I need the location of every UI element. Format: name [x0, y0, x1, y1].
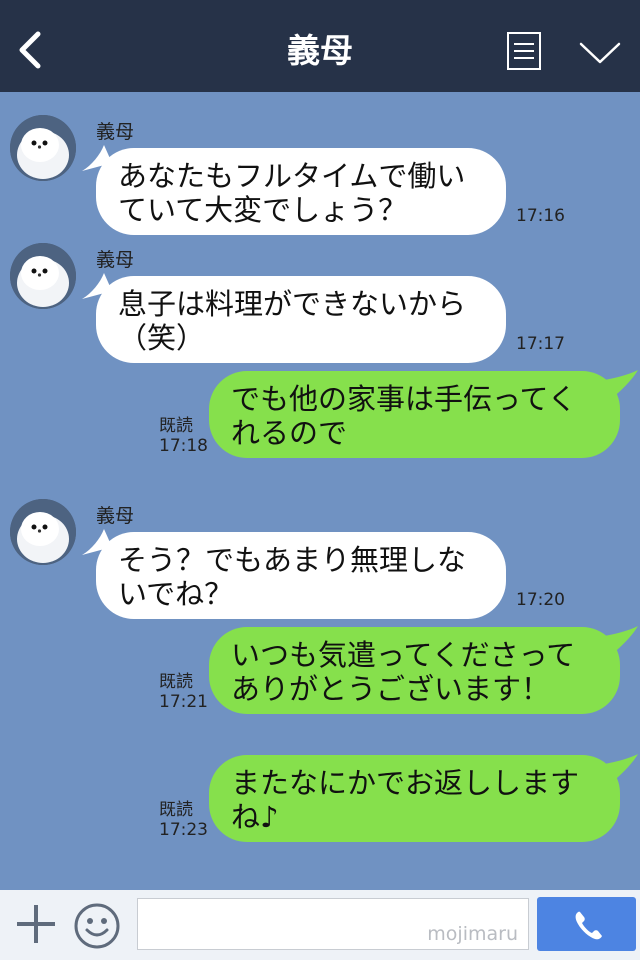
message-line: ね♪	[231, 800, 279, 834]
message-time: 17:16	[516, 206, 565, 226]
message-line: あなたもフルタイムで働い	[118, 159, 466, 193]
message-line: ありがとうございます！	[231, 672, 551, 706]
message-bubble[interactable]: いつも気遣ってくださって ありがとうございます！	[209, 627, 620, 714]
message-line: そう？でもあまり無理しな	[118, 543, 467, 577]
chat-area[interactable]: 義母 あなたもフルタイムで働い ていて大変でしょう？ 17:16 義母 息子は料…	[0, 92, 640, 890]
message-line: いつも気遣ってくださって	[231, 638, 576, 672]
bubble-tail	[604, 754, 638, 784]
plus-icon[interactable]	[14, 902, 58, 946]
input-bar: mojimaru	[0, 890, 640, 960]
message-line: れるので	[231, 416, 348, 450]
avatar[interactable]	[10, 243, 76, 309]
message-time: 17:17	[516, 334, 565, 354]
message-time: 17:20	[516, 590, 565, 610]
message-bubble[interactable]: でも他の家事は手伝ってく れるので	[209, 371, 620, 458]
message-line: でも他の家事は手伝ってく	[231, 382, 577, 416]
avatar[interactable]	[10, 499, 76, 565]
message-time: 17:23	[159, 820, 208, 840]
read-status: 既読 17:21	[159, 672, 208, 712]
message-bubble[interactable]: そう？でもあまり無理しな いでね？	[96, 532, 506, 619]
chevron-down-icon[interactable]	[578, 38, 622, 68]
smiley-icon[interactable]	[73, 902, 121, 950]
message-time: 17:18	[159, 436, 208, 456]
sender-name: 義母	[96, 505, 135, 527]
read-status: 既読 17:18	[159, 416, 208, 456]
message-time: 17:21	[159, 692, 208, 712]
read-status: 既読 17:23	[159, 800, 208, 840]
call-button[interactable]	[537, 897, 636, 951]
message-line: 息子は料理ができないから	[118, 287, 467, 321]
read-label: 既読	[159, 800, 193, 820]
bird-icon	[10, 115, 76, 181]
message-line: ていて大変でしょう？	[118, 193, 408, 227]
menu-list-icon[interactable]	[506, 31, 542, 71]
avatar[interactable]	[10, 115, 76, 181]
message-line: （笑）	[118, 321, 206, 355]
message-line: またなにかでお返しします	[231, 766, 580, 800]
message-bubble[interactable]: あなたもフルタイムで働い ていて大変でしょう？	[96, 148, 506, 235]
bubble-tail	[604, 626, 638, 656]
message-line: いでね？	[118, 577, 234, 611]
bubble-tail	[604, 370, 638, 400]
phone-icon	[575, 911, 602, 940]
bird-icon	[10, 499, 76, 565]
watermark: mojimaru	[427, 923, 518, 945]
read-label: 既読	[159, 416, 193, 436]
chat-title: 義母	[287, 31, 353, 70]
sender-name: 義母	[96, 121, 135, 143]
sender-name: 義母	[96, 249, 135, 271]
message-bubble[interactable]: またなにかでお返しします ね♪	[209, 755, 620, 842]
read-label: 既読	[159, 672, 193, 692]
chat-header: 義母	[0, 0, 640, 92]
message-bubble[interactable]: 息子は料理ができないから （笑）	[96, 276, 506, 363]
message-input[interactable]: mojimaru	[137, 898, 529, 950]
bird-icon	[10, 243, 76, 309]
